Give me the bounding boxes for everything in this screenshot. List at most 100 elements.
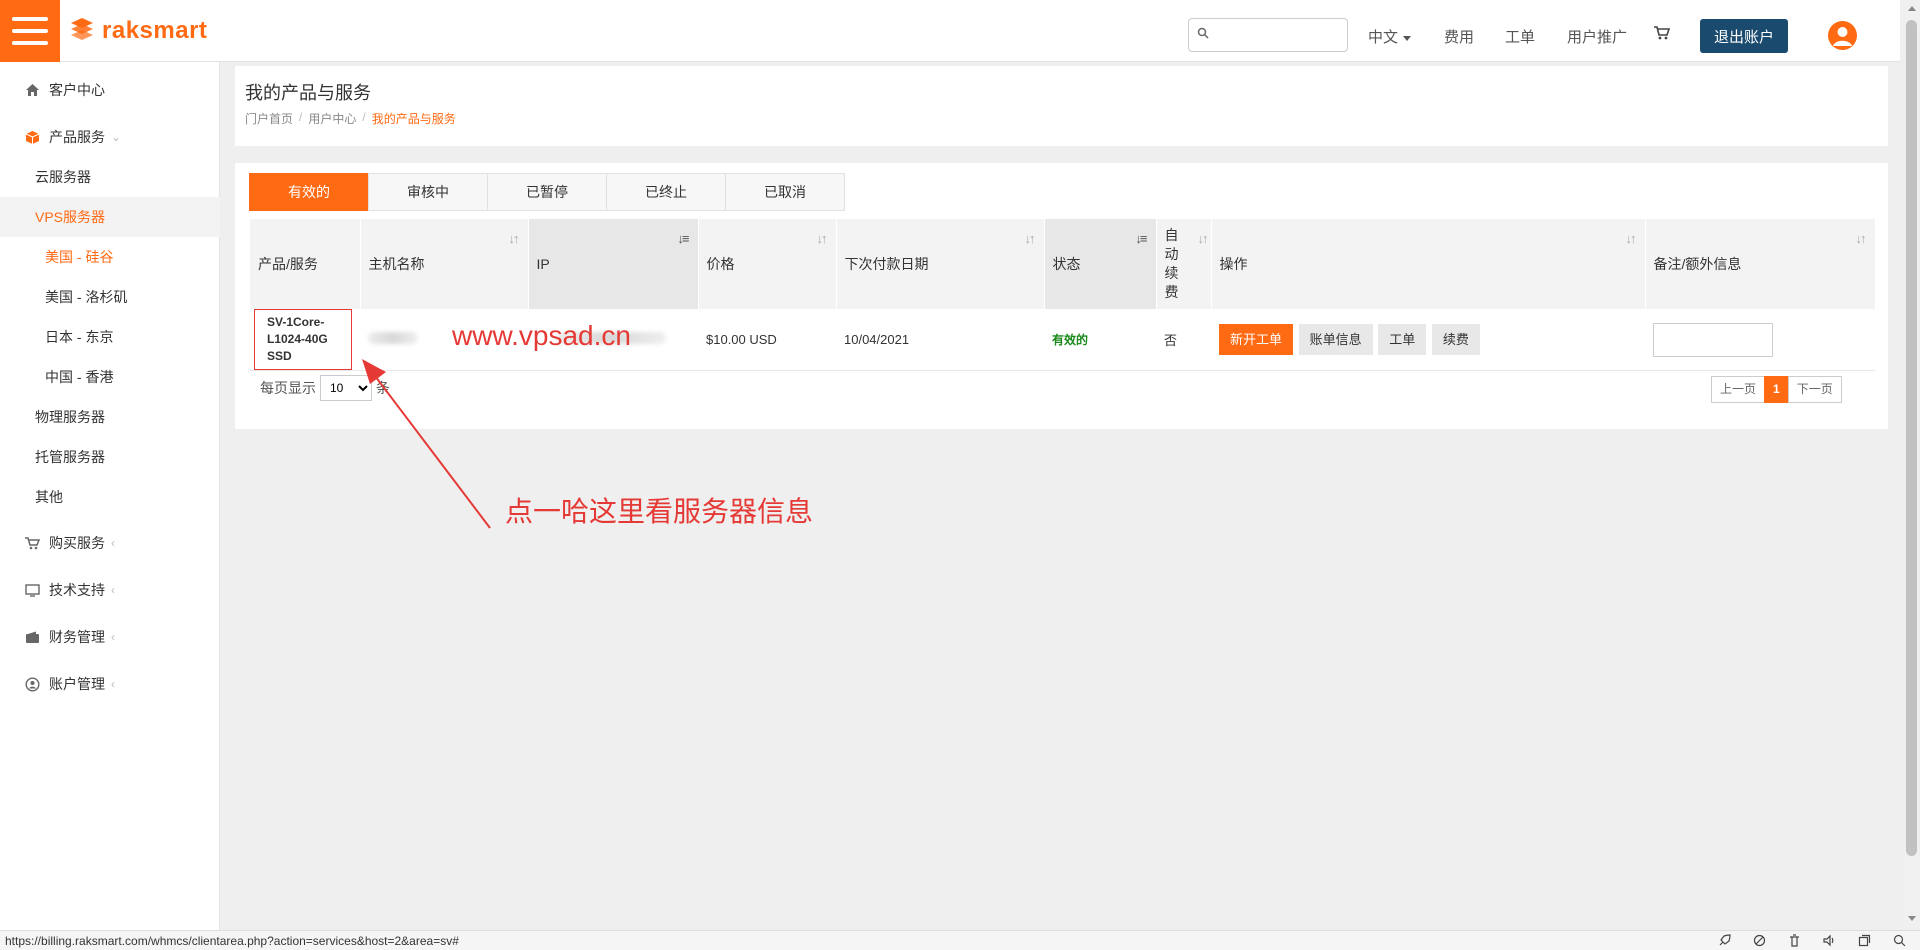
col-ip[interactable]: IP ↓≡ <box>528 219 699 309</box>
scroll-thumb[interactable] <box>1906 20 1917 856</box>
tab-pending[interactable]: 审核中 <box>368 173 488 211</box>
product-name-line2: L1024-40G SSD <box>267 332 328 363</box>
cell-actions: 新开工单 账单信息 工单 续费 <box>1211 309 1645 371</box>
cell-product: SV-1Core- L1024-40G SSD <box>250 309 360 371</box>
chevron-left-icon: ‹ <box>111 677 115 691</box>
cell-price: $10.00 USD <box>698 309 836 371</box>
scroll-down-icon[interactable] <box>1908 916 1916 921</box>
sidebar-item-support[interactable]: 技术支持 ‹ <box>0 570 220 610</box>
col-price[interactable]: 价格 ↓↑ <box>698 219 837 309</box>
per-page-label: 每页显示 <box>260 380 316 396</box>
monitor-icon <box>23 581 41 599</box>
sidebar-item-cloud[interactable]: 云服务器 <box>0 157 220 197</box>
new-ticket-button[interactable]: 新开工单 <box>1219 324 1294 355</box>
trash-icon[interactable] <box>1788 934 1801 947</box>
col-actions[interactable]: 操作 ↓↑ <box>1211 219 1646 309</box>
renew-button[interactable]: 续费 <box>1431 324 1480 355</box>
cell-next-due: 10/04/2021 <box>836 309 1044 371</box>
product-link[interactable]: SV-1Core- L1024-40G SSD <box>254 309 352 370</box>
billing-info-button[interactable]: 账单信息 <box>1298 324 1373 355</box>
col-auto-renew-label: 自动续费 <box>1164 227 1179 300</box>
search-box[interactable] <box>1188 18 1348 52</box>
status-badge: 有效的 <box>1052 333 1089 347</box>
watermark-text: www.vpsad.cn <box>452 320 631 351</box>
sidebar-item-client-center[interactable]: 客户中心 <box>0 70 220 110</box>
col-remark[interactable]: 备注/额外信息 ↓↑ <box>1645 219 1876 309</box>
sidebar-item-vps-jp-tokyo[interactable]: 日本 - 东京 <box>0 317 220 357</box>
sidebar-item-buy[interactable]: 购买服务 ‹ <box>0 523 220 563</box>
tab-active[interactable]: 有效的 <box>249 173 369 211</box>
sidebar-item-vps-us-siliconvalley[interactable]: 美国 - 硅谷 <box>0 237 220 277</box>
annotation-note: 点一哈这里看服务器信息 <box>505 495 814 528</box>
tab-cancelled[interactable]: 已取消 <box>725 173 845 211</box>
tab-terminated[interactable]: 已终止 <box>606 173 726 211</box>
sidebar-item-other[interactable]: 其他 <box>0 477 220 517</box>
sidebar-label: 客户中心 <box>49 82 105 98</box>
sort-icon: ↓↑ <box>1855 231 1867 246</box>
per-page-control: 每页显示 10 条 <box>260 375 390 401</box>
sidebar-item-products[interactable]: 产品服务 ⌄ <box>0 117 220 157</box>
speaker-icon[interactable] <box>1823 934 1836 947</box>
pagination: 上一页 1 下一页 <box>1711 376 1842 403</box>
sidebar-item-finance[interactable]: 财务管理 ‹ <box>0 617 220 657</box>
remark-input[interactable] <box>1653 322 1773 357</box>
host-redacted <box>368 332 418 344</box>
scroll-up-icon[interactable] <box>1908 6 1916 11</box>
home-icon <box>23 81 41 99</box>
sidebar: 客户中心 产品服务 ⌄ 云服务器 VPS服务器 美国 - 硅谷 美国 - 洛杉矶… <box>0 62 220 930</box>
window-icon[interactable] <box>1858 934 1871 947</box>
status-tabs: 有效的 审核中 已暂停 已终止 已取消 <box>249 173 845 211</box>
sidebar-item-account[interactable]: 账户管理 ‹ <box>0 664 220 704</box>
cell-remark <box>1645 309 1875 371</box>
nav-fees[interactable]: 费用 <box>1444 26 1474 47</box>
refresh-icon[interactable] <box>1753 934 1766 947</box>
per-page-select[interactable]: 10 <box>320 375 372 401</box>
sort-asc-icon: ↓≡ <box>1135 231 1147 246</box>
zoom-icon[interactable] <box>1893 934 1906 947</box>
sidebar-item-vps-us-losangeles[interactable]: 美国 - 洛杉矶 <box>0 277 220 317</box>
user-avatar-icon[interactable] <box>1828 21 1857 50</box>
breadcrumb-separator: / <box>299 110 303 124</box>
sort-icon: ↓↑ <box>508 231 520 246</box>
col-next-due[interactable]: 下次付款日期 ↓↑ <box>836 219 1045 309</box>
wallet-icon <box>23 628 41 646</box>
breadcrumb-home[interactable]: 门户首页 <box>245 110 293 127</box>
col-product-label: 产品/服务 <box>258 256 318 272</box>
sidebar-item-vps[interactable]: VPS服务器 <box>0 197 220 237</box>
col-status[interactable]: 状态 ↓≡ <box>1044 219 1157 309</box>
sidebar-label: 产品服务 <box>49 129 105 145</box>
breadcrumb-user-center[interactable]: 用户中心 <box>308 110 356 127</box>
search-input[interactable] <box>1215 23 1343 47</box>
nav-affiliate[interactable]: 用户推广 <box>1567 26 1627 47</box>
user-circle-icon <box>23 675 41 693</box>
prev-page-button[interactable]: 上一页 <box>1711 376 1766 403</box>
col-host-label: 主机名称 <box>368 256 425 272</box>
page-number-button[interactable]: 1 <box>1764 376 1789 403</box>
ticket-button[interactable]: 工单 <box>1378 324 1427 355</box>
status-url: https://billing.raksmart.com/whmcs/clien… <box>5 934 459 948</box>
logout-button[interactable]: 退出账户 <box>1700 19 1788 53</box>
language-dropdown[interactable]: 中文 <box>1368 26 1412 47</box>
next-page-button[interactable]: 下一页 <box>1787 376 1842 403</box>
table-header-row: 产品/服务 主机名称 ↓↑ IP ↓≡ 价格 ↓↑ 下次付款日期 ↓↑ 状态 ↓≡ 自动续… <box>250 219 1876 309</box>
rocket-icon[interactable] <box>1718 934 1731 947</box>
menu-toggle-icon[interactable] <box>0 0 60 62</box>
logo[interactable]: raksmart <box>68 17 207 45</box>
cart-icon[interactable] <box>1654 26 1670 40</box>
sidebar-item-hosting[interactable]: 托管服务器 <box>0 437 220 477</box>
page-scrollbar[interactable] <box>1903 0 1920 930</box>
cell-auto-renew: 否 <box>1156 309 1211 371</box>
col-auto-renew[interactable]: 自动续费 ↓↑ <box>1156 219 1212 309</box>
sidebar-item-physical[interactable]: 物理服务器 <box>0 397 220 437</box>
sort-icon: ↓↑ <box>1197 231 1209 246</box>
chevron-left-icon: ‹ <box>111 630 115 644</box>
tab-suspended[interactable]: 已暂停 <box>487 173 607 211</box>
col-remark-label: 备注/额外信息 <box>1653 256 1742 272</box>
nav-tickets[interactable]: 工单 <box>1505 26 1535 47</box>
sort-icon: ↓↑ <box>1625 231 1637 246</box>
sidebar-item-vps-cn-hongkong[interactable]: 中国 - 香港 <box>0 357 220 397</box>
col-host[interactable]: 主机名称 ↓↑ <box>360 219 529 309</box>
chevron-down-icon <box>1403 35 1412 41</box>
col-product[interactable]: 产品/服务 <box>250 219 361 309</box>
sidebar-label: 购买服务 <box>49 535 105 551</box>
